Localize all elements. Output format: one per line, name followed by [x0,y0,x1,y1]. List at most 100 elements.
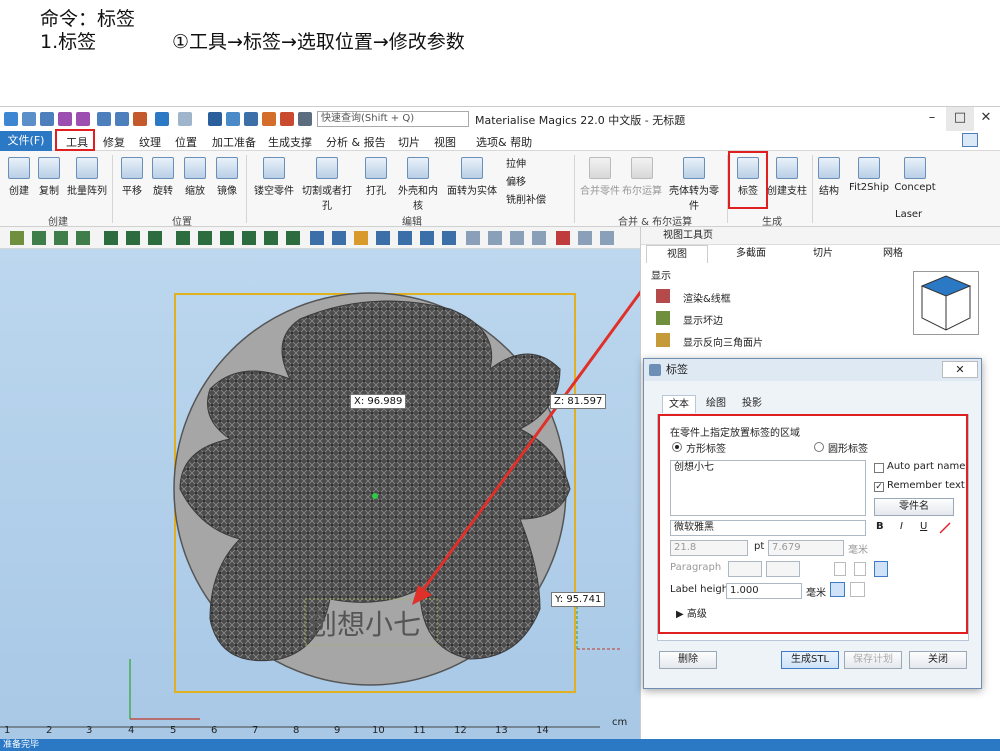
find-icon[interactable] [280,112,294,126]
save-icon[interactable] [58,112,72,126]
quick-search-input[interactable]: 快速查询(Shift + Q) [317,111,469,127]
unmark-icon[interactable] [488,231,502,245]
bad-edges-label[interactable]: 显示坏边 [683,312,723,327]
menu-slice[interactable]: 切片 [398,134,420,150]
mirror-button[interactable]: 镜像 [213,157,241,197]
view-front-icon[interactable] [310,231,324,245]
shell-tool-icon[interactable] [76,231,90,245]
flip-icon[interactable] [198,231,212,245]
save-as-icon[interactable] [76,112,90,126]
dialog-close-action-button[interactable]: 关闭 [909,651,967,669]
tab-projection[interactable]: 投影 [736,395,768,413]
surface-tool-icon[interactable] [54,231,68,245]
close-button[interactable]: ✕ [972,107,1000,131]
rotate-button[interactable]: 旋转 [149,157,177,197]
triangle-tool-icon[interactable] [10,231,24,245]
3d-viewport[interactable]: X: 96.989 Z: 81.597 Y: 95.741 创想小七 y y x… [0,249,640,739]
zoom-icon[interactable] [226,112,240,126]
minimize-button[interactable]: – [918,107,946,131]
translate-button[interactable]: 平移 [118,157,146,197]
fit2ship-button[interactable]: Fit2Ship [848,157,890,193]
mark-surface-icon[interactable] [532,231,546,245]
redo-icon[interactable] [178,112,192,126]
shell-core-button[interactable]: 外壳和内核 [394,157,442,212]
mark-triangle-icon[interactable] [466,231,480,245]
invert-icon[interactable] [286,231,300,245]
lasso-icon[interactable] [126,231,140,245]
more-icon[interactable] [298,112,312,126]
help-icon[interactable] [962,133,978,147]
extrude-button[interactable]: 拉伸 [506,155,526,170]
view-bottom-icon[interactable] [376,231,390,245]
tab-view[interactable]: 视图 [646,245,708,263]
milling-button[interactable]: 铣削补偿 [506,191,546,206]
tab-text[interactable]: 文本 [662,395,696,413]
brush-icon[interactable] [148,231,162,245]
menu-texture[interactable]: 纹理 [139,134,161,150]
delete-marked-icon[interactable] [556,231,570,245]
bad-edges-icon[interactable] [656,311,670,325]
measure-icon[interactable] [262,112,276,126]
box-select-icon[interactable] [104,231,118,245]
tab-draw[interactable]: 绘图 [700,395,732,413]
open-file-icon[interactable] [40,112,54,126]
measure-tool-icon[interactable] [600,231,614,245]
save-plan-button[interactable]: 保存计划 [844,651,902,669]
generate-stl-button[interactable]: 生成STL [781,651,839,669]
mark-icon[interactable] [220,231,234,245]
shell-to-part-button[interactable]: 壳体转为零件 [665,157,723,212]
part-icon[interactable] [208,112,222,126]
menu-options-help[interactable]: 选项& 帮助 [476,134,532,150]
inverted-triangles-icon[interactable] [656,333,670,347]
create-button[interactable]: 创建 [4,157,34,197]
maximize-button[interactable]: □ [946,107,974,131]
menu-view[interactable]: 视图 [434,134,456,150]
grow-icon[interactable] [242,231,256,245]
section-icon[interactable] [578,231,592,245]
create-pillar-button[interactable]: 创建支柱 [767,157,807,197]
boolean-button[interactable]: 布尔运算 [622,157,662,197]
cut-punch-button[interactable]: 切割或者打孔 [298,157,356,212]
menu-file[interactable]: 文件(F) [0,131,52,151]
view-right-icon[interactable] [420,231,434,245]
tab-mesh[interactable]: 网格 [863,245,923,263]
surface-to-solid-button[interactable]: 面转为实体 [447,157,497,197]
copy-button[interactable]: 复制 [35,157,63,197]
new-file-icon[interactable] [22,112,36,126]
laser-dropdown[interactable]: Laser [895,209,922,220]
select-tool-icon[interactable] [32,231,46,245]
render-wireframe-label[interactable]: 渲染&线框 [683,290,731,305]
batch-array-button[interactable]: 批量阵列 [66,157,108,197]
hollow-part-button[interactable]: 镂空零件 [254,157,294,197]
settings-icon[interactable] [133,112,147,126]
punch-button[interactable]: 打孔 [362,157,390,197]
view-back-icon[interactable] [332,231,346,245]
menu-support[interactable]: 生成支撑 [268,134,312,150]
shrink-icon[interactable] [264,231,278,245]
menu-build-prep[interactable]: 加工准备 [212,134,256,150]
dialog-close-button[interactable]: ✕ [942,361,978,378]
menu-fix[interactable]: 修复 [103,134,125,150]
view-icon[interactable] [244,112,258,126]
delete-button[interactable]: 删除 [659,651,717,669]
menu-position[interactable]: 位置 [175,134,197,150]
scale-button[interactable]: 缩放 [181,157,209,197]
undo-icon[interactable] [155,112,169,126]
tab-multi-section[interactable]: 多截面 [721,245,781,263]
view-iso-icon[interactable] [442,231,456,245]
import-icon[interactable] [97,112,111,126]
inverted-triangles-label[interactable]: 显示反向三角面片 [683,334,763,349]
mark-shell-icon[interactable] [510,231,524,245]
tab-slice[interactable]: 切片 [793,245,853,263]
merge-parts-button[interactable]: 合并零件 [580,157,620,197]
concept-button[interactable]: Concept [894,157,936,193]
menu-analysis[interactable]: 分析 & 报告 [326,134,386,150]
export-icon[interactable] [115,112,129,126]
render-wireframe-icon[interactable] [656,289,670,303]
view-top-icon[interactable] [354,231,368,245]
structure-button[interactable]: 结构 [815,157,843,197]
plane-icon[interactable] [176,231,190,245]
offset-button[interactable]: 偏移 [506,173,526,188]
view-cube-preview[interactable] [913,271,979,335]
view-left-icon[interactable] [398,231,412,245]
